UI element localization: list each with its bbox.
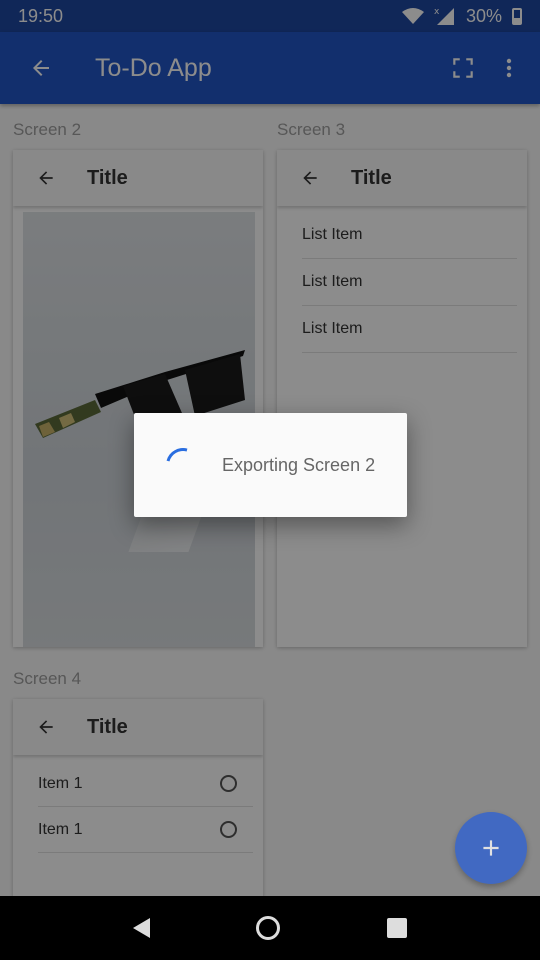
system-nav-bar — [0, 896, 540, 960]
dialog-message: Exporting Screen 2 — [222, 454, 376, 475]
export-progress-dialog: Exporting Screen 2 — [134, 413, 407, 517]
nav-back-icon[interactable] — [133, 918, 151, 938]
loading-spinner-icon — [159, 441, 207, 489]
nav-recents-icon[interactable] — [386, 918, 407, 938]
add-button[interactable] — [455, 812, 527, 884]
add-icon — [483, 840, 499, 856]
nav-home-icon[interactable] — [256, 916, 281, 940]
